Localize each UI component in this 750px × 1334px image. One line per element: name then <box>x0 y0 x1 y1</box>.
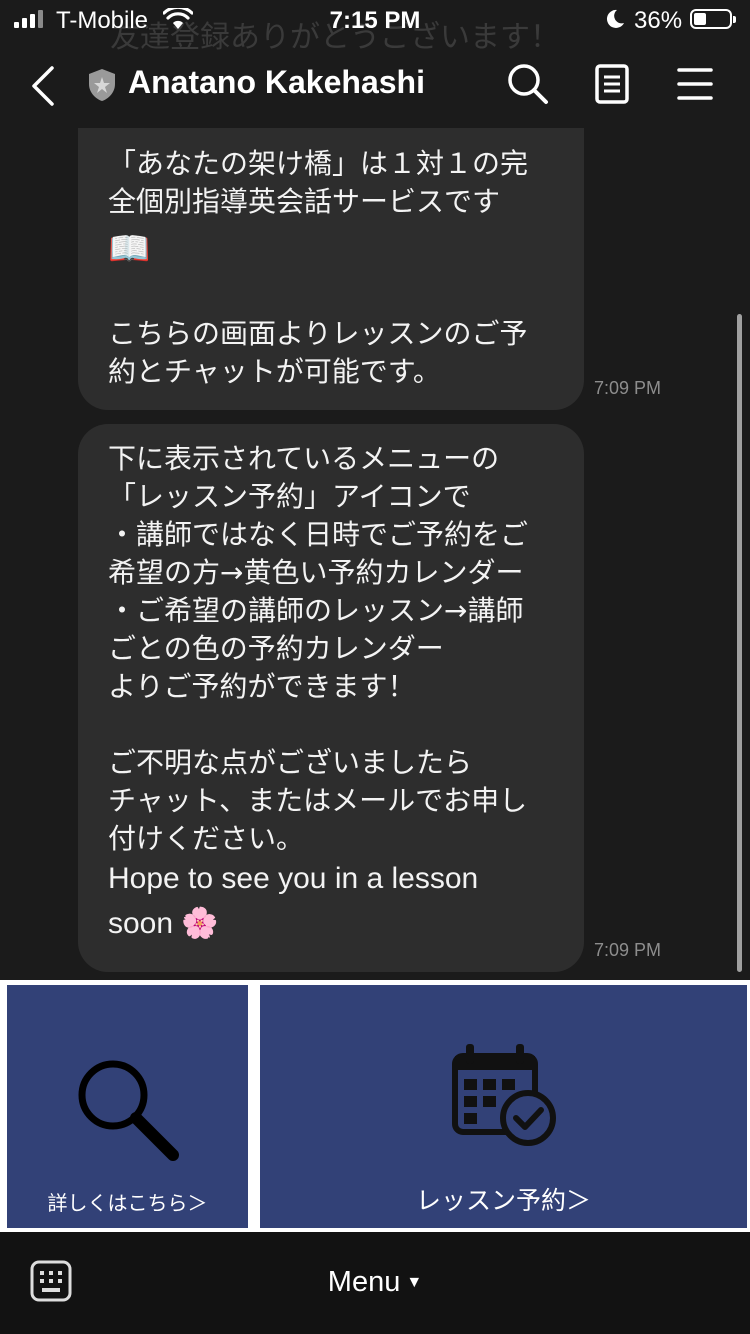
message-line: 付けください。 <box>108 822 305 855</box>
scrollbar[interactable] <box>737 314 742 972</box>
message-timestamp: 7:09 PM <box>594 940 662 960</box>
chat-area[interactable]: 「あなたの架け橋」は１対１の完 全個別指導英会話サービスです 📖 こちらの画面よ… <box>0 128 750 980</box>
note-icon[interactable] <box>590 62 634 106</box>
message-bubble[interactable]: 「あなたの架け橋」は１対１の完 全個別指導英会話サービスです 📖 こちらの画面よ… <box>78 128 584 410</box>
hamburger-menu-icon[interactable] <box>673 62 717 106</box>
message-line: ごとの色の予約カレンダー <box>108 632 444 665</box>
magnifier-icon <box>78 1060 179 1161</box>
menu-toggle[interactable]: Menu ▼ <box>0 1266 750 1299</box>
rich-menu: 詳しくはこちら＞ レッスン予約＞ <box>0 980 750 1232</box>
moon-icon <box>606 9 624 28</box>
status-bar: T-Mobile 7:15 PM 36% <box>0 0 750 44</box>
message-timestamp: 7:09 PM <box>594 378 662 398</box>
message-line: 「あなたの架け橋」は１対１の完 <box>108 147 529 180</box>
message-line: ・講師ではなく日時でご予約をご <box>108 518 529 551</box>
shield-icon <box>89 69 115 101</box>
rich-menu-details-button[interactable]: 詳しくはこちら＞ <box>7 985 248 1228</box>
chat-header: Anatano Kakehashi <box>0 44 750 128</box>
message-line: よりご予約ができます！ <box>108 670 416 703</box>
rich-menu-label: レッスン予約＞ <box>415 1186 591 1215</box>
chat-title[interactable]: Anatano Kakehashi <box>128 64 425 101</box>
message-line: 約とチャットが可能です。 <box>108 355 441 388</box>
calendar-check-icon <box>452 1044 556 1146</box>
message-line-english: soon 🌸 <box>108 907 219 940</box>
back-chevron-icon[interactable] <box>24 64 64 108</box>
rich-menu-lesson-booking-button[interactable]: レッスン予約＞ <box>260 985 747 1228</box>
message-line: 全個別指導英会話サービスです <box>108 185 501 218</box>
message-line: こちらの画面よりレッスンのご予 <box>108 317 528 350</box>
message-line: 「レッスン予約」アイコンで <box>108 480 471 513</box>
menu-label: Menu <box>327 1266 401 1298</box>
caret-down-icon: ▼ <box>406 1274 423 1292</box>
bottom-bar: Menu ▼ <box>0 1232 750 1334</box>
message-line: ご不明な点がございましたら <box>108 746 473 779</box>
message-line: 下に表示されているメニューの <box>108 442 500 475</box>
battery-icon <box>690 9 736 29</box>
search-icon[interactable] <box>506 62 550 106</box>
message-line: 希望の方→黄色い予約カレンダー <box>108 556 524 589</box>
message-line: ・ご希望の講師のレッスン→講師 <box>108 594 524 627</box>
message-bubble[interactable]: 下に表示されているメニューの 「レッスン予約」アイコンで ・講師ではなく日時でご… <box>78 424 584 972</box>
message-line: チャット、またはメールでお申し <box>108 784 528 817</box>
book-emoji-icon: 📖 <box>108 229 151 269</box>
battery-percent: 36% <box>634 7 683 34</box>
rich-menu-label: 詳しくはこちら＞ <box>47 1191 208 1215</box>
message-line-english: Hope to see you in a lesson <box>108 862 479 895</box>
